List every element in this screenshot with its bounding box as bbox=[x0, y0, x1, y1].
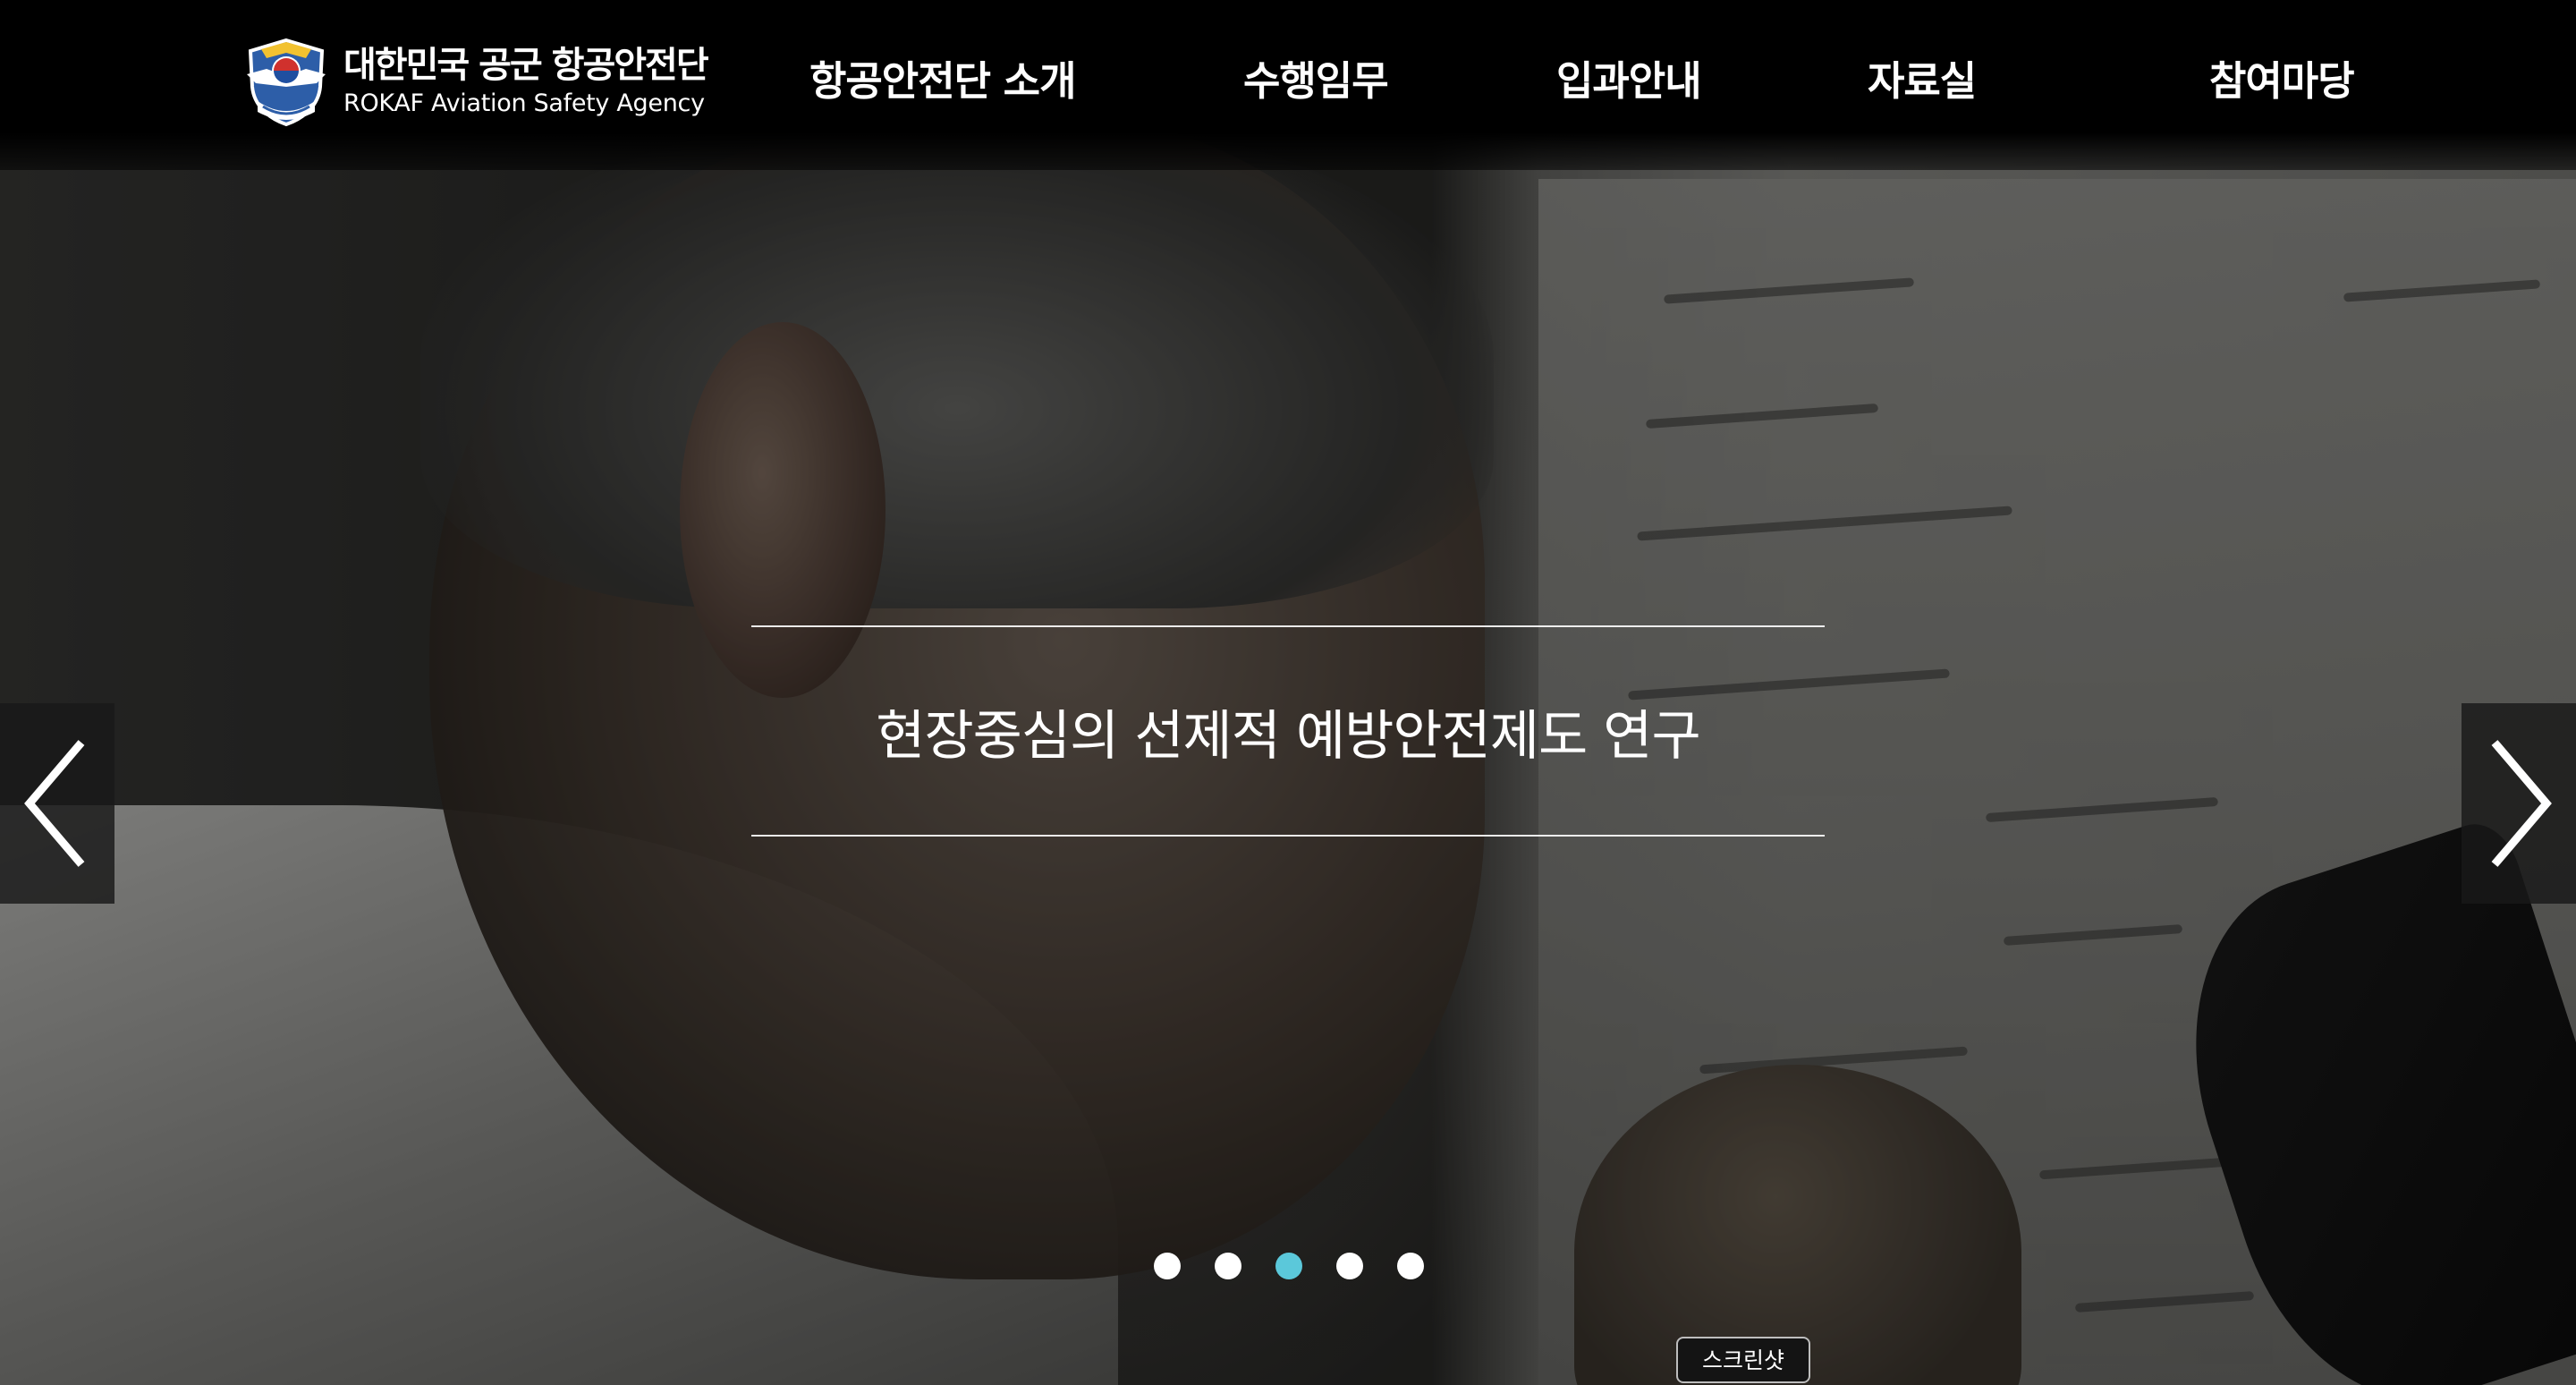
slider-next-button[interactable] bbox=[2462, 703, 2576, 904]
rokaf-emblem-icon bbox=[247, 38, 326, 127]
page: 대한민국 공군 항공안전단 ROKAF Aviation Safety Agen… bbox=[0, 0, 2576, 1385]
slider-pagination bbox=[1154, 1253, 1424, 1281]
screenshot-button[interactable]: 스크린샷 bbox=[1676, 1337, 1810, 1383]
slider-prev-button[interactable] bbox=[0, 703, 114, 904]
nav-item-course-info[interactable]: 입과안내 bbox=[1556, 50, 1702, 113]
site-logo-link[interactable]: 대한민국 공군 항공안전단 ROKAF Aviation Safety Agen… bbox=[240, 32, 709, 131]
logo-korean-name: 대한민국 공군 항공안전단 bbox=[343, 45, 709, 86]
chevron-left-icon bbox=[24, 740, 85, 867]
slide-caption-box: 현장중심의 선제적 예방안전제도 연구 bbox=[751, 625, 1825, 837]
slider-dot-1[interactable] bbox=[1154, 1253, 1181, 1279]
nav-item-agency-intro[interactable]: 항공안전단 소개 bbox=[809, 50, 1076, 113]
logo-english-name: ROKAF Aviation Safety Agency bbox=[343, 89, 705, 117]
site-header: 대한민국 공군 항공안전단 ROKAF Aviation Safety Agen… bbox=[0, 0, 2576, 170]
slider-dot-4[interactable] bbox=[1336, 1253, 1363, 1279]
slider-dot-5[interactable] bbox=[1397, 1253, 1424, 1279]
slider-dot-2[interactable] bbox=[1215, 1253, 1241, 1279]
slide-caption: 현장중심의 선제적 예방안전제도 연구 bbox=[876, 704, 1700, 768]
nav-item-missions[interactable]: 수행임무 bbox=[1243, 50, 1389, 113]
slider-dot-3[interactable] bbox=[1275, 1253, 1302, 1279]
chevron-right-icon bbox=[2491, 740, 2552, 867]
nav-item-participation[interactable]: 참여마당 bbox=[2209, 50, 2355, 113]
logo-text-group: 대한민국 공군 항공안전단 ROKAF Aviation Safety Agen… bbox=[343, 43, 709, 120]
nav-item-archive[interactable]: 자료실 bbox=[1868, 50, 1977, 113]
